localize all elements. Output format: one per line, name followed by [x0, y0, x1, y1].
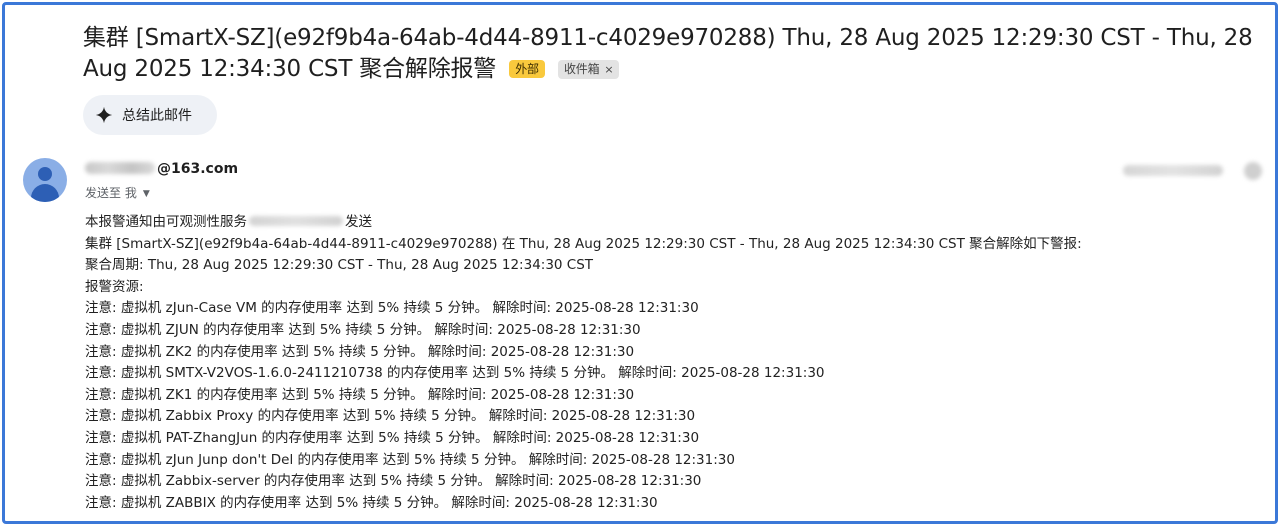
intro-suffix: 发送 [345, 214, 372, 230]
timestamp-redacted [1123, 165, 1223, 176]
alert-item: 注意: 虚拟机 ZJUN 的内存使用率 达到 5% 持续 5 分钟。 解除时间:… [85, 321, 641, 338]
ip-redacted [249, 216, 343, 226]
remove-label-icon[interactable]: × [604, 63, 613, 76]
alert-item: 注意: 虚拟机 ZK1 的内存使用率 达到 5% 持续 5 分钟。 解除时间: … [85, 386, 635, 403]
subject-text: 集群 [SmartX-SZ](e92f9b4a-64ab-4d44-8911-c… [83, 25, 1253, 82]
summarize-button[interactable]: 总结此邮件 [83, 95, 217, 135]
intro-prefix: 本报警通知由可观测性服务 [85, 214, 247, 230]
alert-item: 注意: 虚拟机 Zabbix-server 的内存使用率 达到 5% 持续 5 … [85, 473, 702, 490]
alert-item: 注意: 虚拟机 zJun-Case VM 的内存使用率 达到 5% 持续 5 分… [85, 300, 699, 317]
email-view: 集群 [SmartX-SZ](e92f9b4a-64ab-4d44-8911-c… [2, 2, 1278, 524]
alert-item: 注意: 虚拟机 SMTX-V2VOS-1.6.0-2411210738 的内存使… [85, 365, 825, 382]
sparkle-icon [95, 106, 113, 124]
avatar[interactable] [23, 158, 67, 202]
body-line-cluster: 集群 [SmartX-SZ](e92f9b4a-64ab-4d44-8911-c… [85, 235, 1082, 252]
sender-domain: @163.com [157, 161, 239, 177]
avatar-head [38, 167, 52, 181]
inbox-label[interactable]: 收件箱 × [557, 60, 620, 79]
sender-name-redacted [85, 162, 155, 174]
alert-item: 注意: 虚拟机 PAT-ZhangJun 的内存使用率 达到 5% 持续 5 分… [85, 429, 700, 446]
body-line-period: 聚合周期: Thu, 28 Aug 2025 12:29:30 CST - Th… [85, 257, 594, 274]
chevron-down-icon[interactable]: ▼ [143, 189, 150, 199]
alert-item: 注意: 虚拟机 ZABBIX 的内存使用率 达到 5% 持续 5 分钟。 解除时… [85, 494, 658, 511]
star-icon[interactable] [1244, 162, 1262, 180]
body-line-resources: 报警资源: [85, 278, 144, 295]
avatar-body [31, 184, 59, 202]
email-subject: 集群 [SmartX-SZ](e92f9b4a-64ab-4d44-8911-c… [83, 23, 1263, 85]
inbox-label-text: 收件箱 [563, 62, 600, 76]
recipient-details[interactable]: 发送至 我 ▼ [85, 184, 150, 201]
body-line-intro: 本报警通知由可观测性服务 发送 [85, 212, 1265, 234]
recipient-text: 发送至 我 [85, 186, 137, 200]
alert-item: 注意: 虚拟机 Zabbix Proxy 的内存使用率 达到 5% 持续 5 分… [85, 408, 696, 425]
sender-address[interactable]: @163.com [85, 161, 238, 177]
external-label: 外部 [509, 60, 545, 78]
summarize-label: 总结此邮件 [122, 108, 192, 124]
email-body: 本报警通知由可观测性服务 发送 集群 [SmartX-SZ](e92f9b4a-6… [85, 212, 1265, 514]
alert-item: 注意: 虚拟机 zJun Junp don't Del 的内存使用率 达到 5%… [85, 451, 735, 468]
alert-item: 注意: 虚拟机 ZK2 的内存使用率 达到 5% 持续 5 分钟。 解除时间: … [85, 343, 635, 360]
